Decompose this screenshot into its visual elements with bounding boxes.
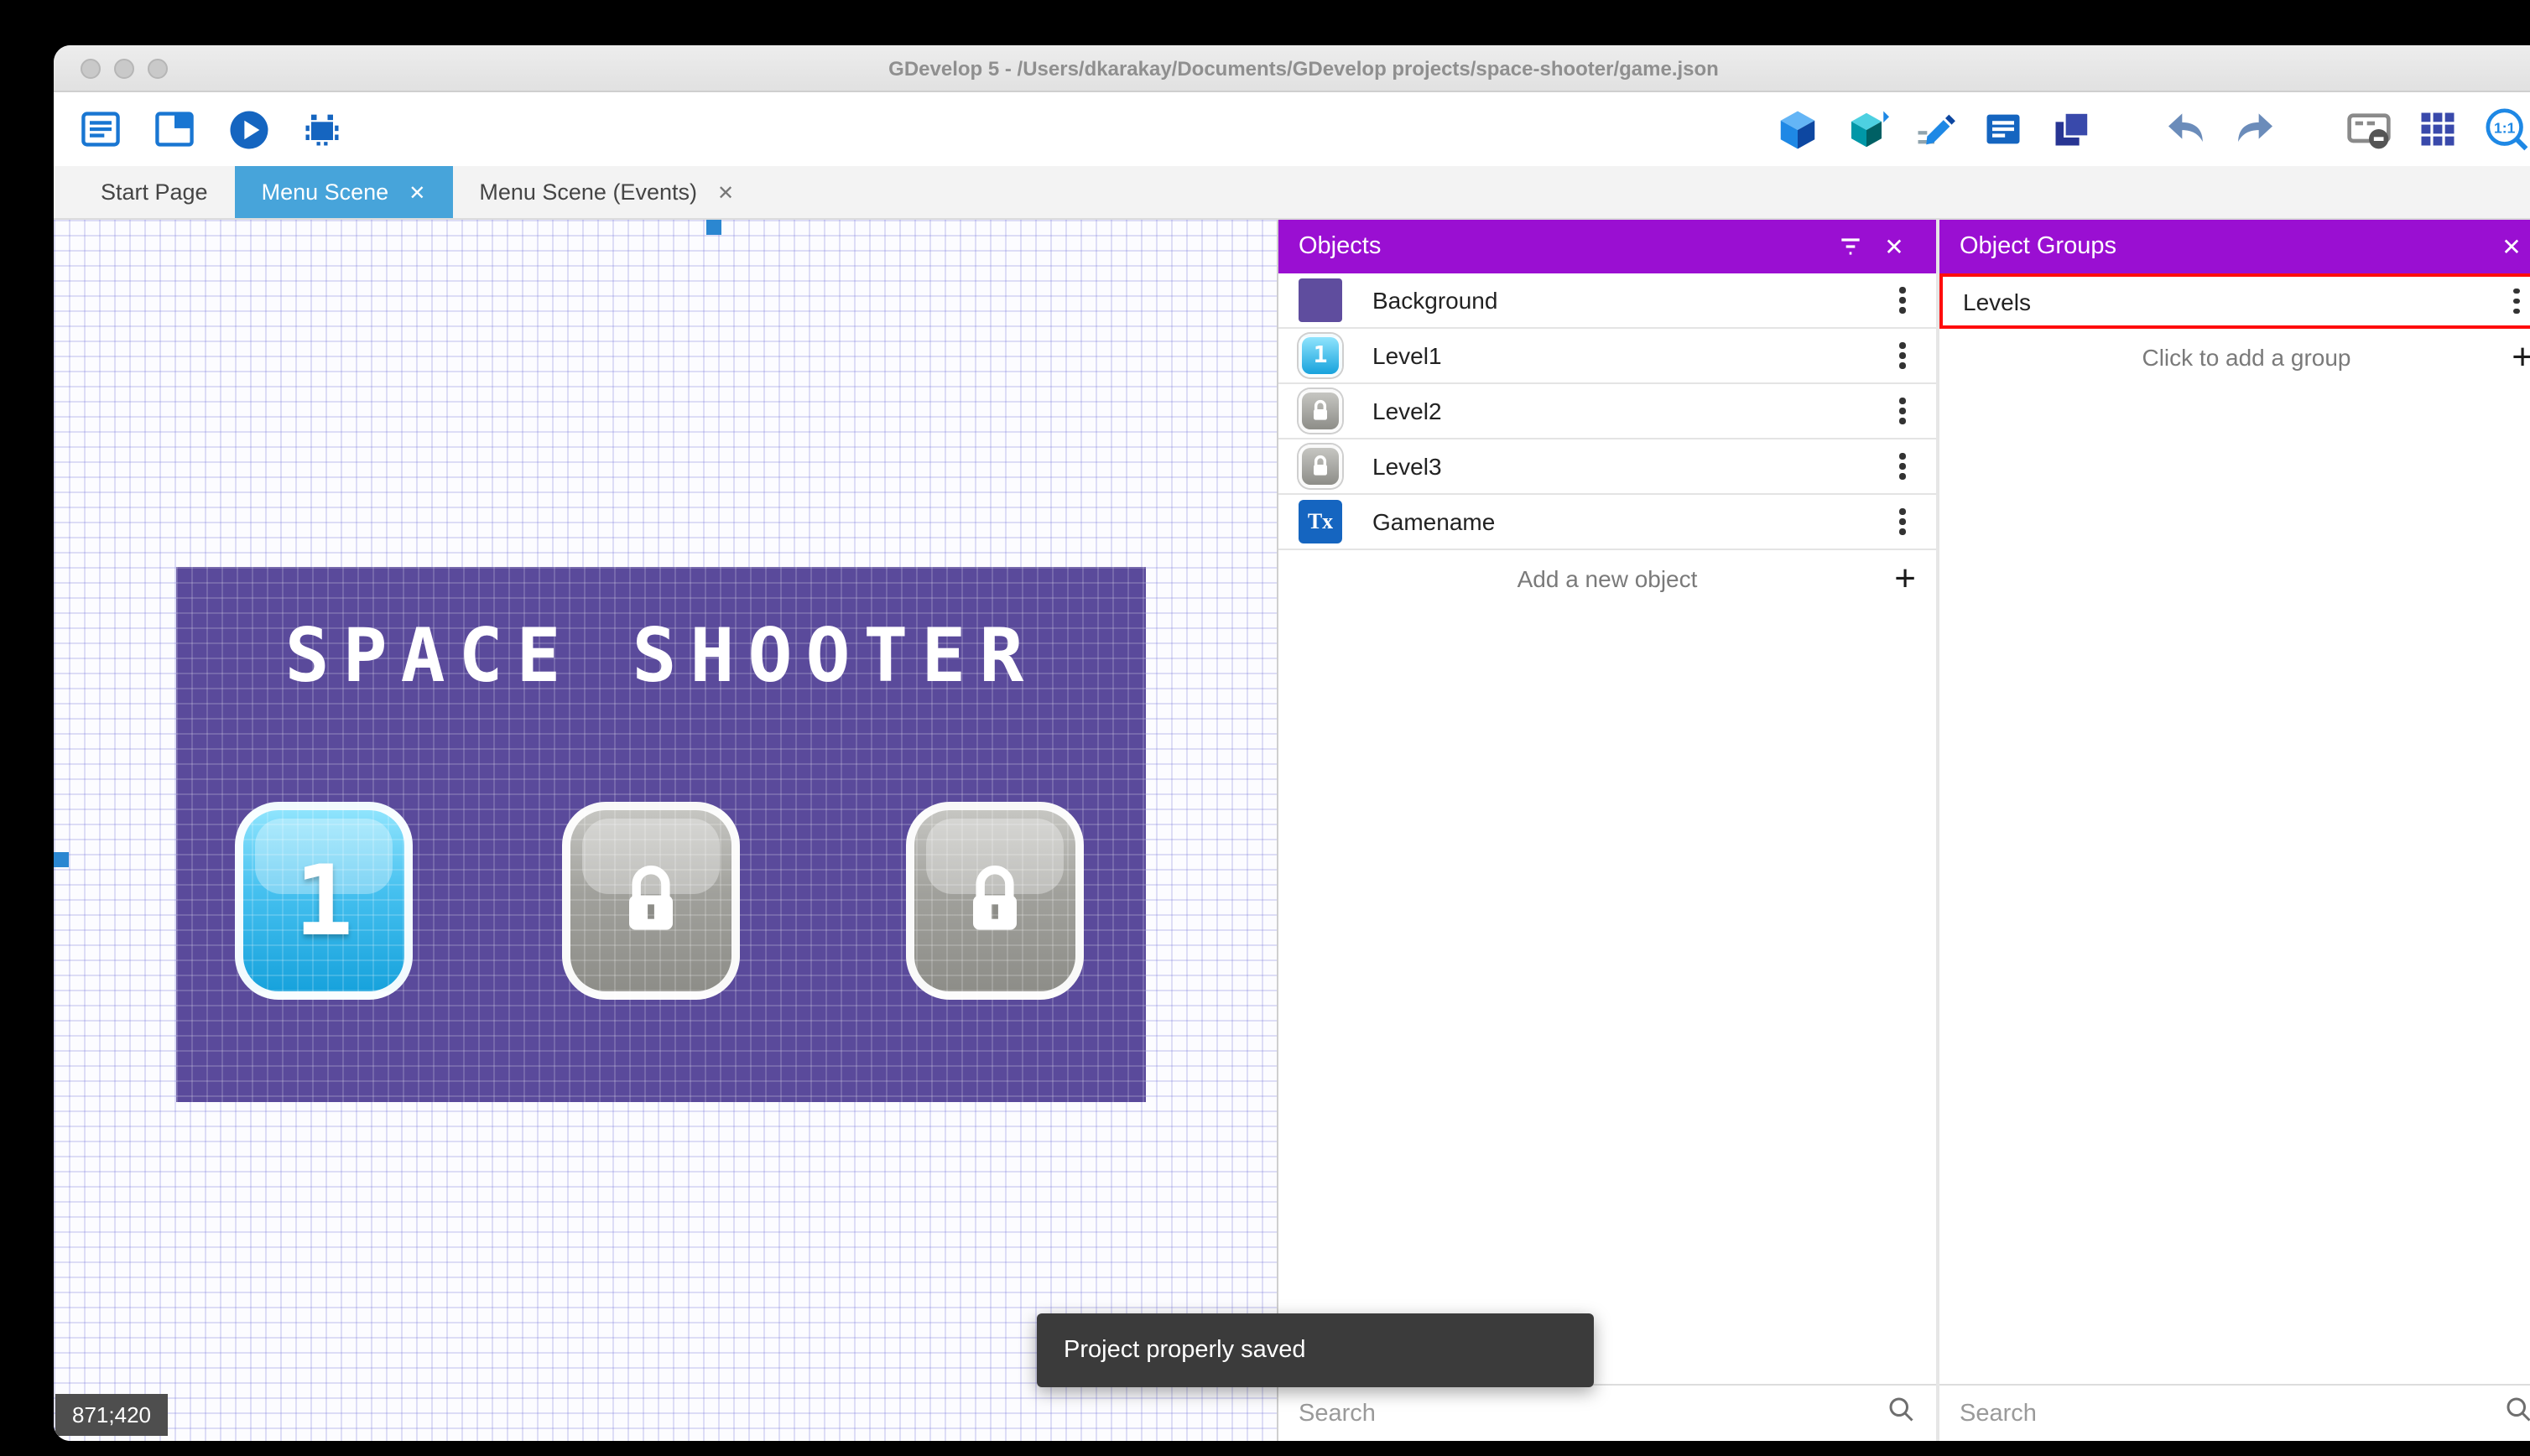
level3-button-object[interactable] <box>906 802 1084 1000</box>
objects-panel: Objects ✕ Background 1 Level1 Level2 Lev… <box>1278 220 1939 1441</box>
kebab-menu-icon[interactable] <box>1886 447 1919 486</box>
save-toast: Project properly saved <box>1037 1313 1594 1387</box>
main-toolbar: 1:1 <box>54 92 2530 166</box>
svg-text:1:1: 1:1 <box>2494 120 2516 137</box>
lock-icon <box>570 810 731 991</box>
scene-background-object[interactable]: SPACE SHOOTER 1 <box>176 567 1146 1102</box>
plus-icon: + <box>1894 556 1916 598</box>
add-new-object-button[interactable]: Add a new object + <box>1278 550 1936 606</box>
level1-thumbnail-icon: 1 <box>1299 334 1342 377</box>
close-panel-icon[interactable]: ✕ <box>2490 232 2530 261</box>
zoom-window-button[interactable] <box>148 59 168 79</box>
close-window-button[interactable] <box>81 59 101 79</box>
close-tab-icon[interactable]: ✕ <box>409 180 425 204</box>
kebab-menu-icon[interactable] <box>1886 392 1919 431</box>
gdevelop-window: GDevelop 5 - /Users/dkarakay/Documents/G… <box>54 45 2530 1441</box>
publish-cube-icon[interactable] <box>1842 106 1889 153</box>
game-title-text-object[interactable]: SPACE SHOOTER <box>176 614 1146 699</box>
capture-options-icon[interactable] <box>2345 106 2392 153</box>
objects-search-input[interactable] <box>1299 1400 1886 1427</box>
play-preview-icon[interactable] <box>225 106 272 153</box>
objects-panel-title: Objects <box>1299 233 1382 260</box>
tab-menu-scene[interactable]: Menu Scene ✕ <box>234 166 453 218</box>
lock-thumbnail-icon <box>1299 389 1342 433</box>
filter-icon[interactable] <box>1829 233 1872 260</box>
plus-icon: + <box>2512 337 2530 375</box>
level2-button-object[interactable] <box>562 802 740 1000</box>
close-tab-icon[interactable]: ✕ <box>717 180 734 204</box>
search-icon <box>1886 1394 1916 1433</box>
kebab-menu-icon[interactable] <box>1886 281 1919 320</box>
lock-thumbnail-icon <box>1299 445 1342 488</box>
project-manager-icon[interactable] <box>77 106 124 153</box>
object-row-gamename[interactable]: Tx Gamename <box>1278 495 1936 550</box>
object-row-level2[interactable]: Level2 <box>1278 384 1936 439</box>
object-groups-panel: Object Groups ✕ Levels Click to add a gr… <box>1939 220 2530 1441</box>
export-cube-icon[interactable] <box>1773 106 1820 153</box>
group-row-levels[interactable]: Levels <box>1939 273 2530 329</box>
color-swatch-icon <box>1299 278 1342 322</box>
tab-start-page[interactable]: Start Page <box>74 166 235 218</box>
groups-search-bar <box>1939 1384 2530 1441</box>
object-row-level3[interactable]: Level3 <box>1278 439 1936 495</box>
kebab-menu-icon[interactable] <box>2500 282 2530 321</box>
zoom-reset-icon[interactable]: 1:1 <box>2483 106 2530 153</box>
kebab-menu-icon[interactable] <box>1886 336 1919 376</box>
layers-icon[interactable] <box>2048 106 2095 153</box>
cursor-coordinates: 871;420 <box>55 1394 168 1436</box>
level1-button-object[interactable]: 1 <box>235 802 413 1000</box>
debug-icon[interactable] <box>299 106 346 153</box>
scene-canvas[interactable]: SPACE SHOOTER 1 871;420 <box>54 220 1278 1441</box>
scene-resize-handle[interactable] <box>706 220 721 235</box>
objects-panel-header: Objects ✕ <box>1278 220 1936 273</box>
scene-resize-handle[interactable] <box>54 852 69 867</box>
desktop: GDevelop 5 - /Users/dkarakay/Documents/G… <box>0 0 2530 1456</box>
preview-window-icon[interactable] <box>151 106 198 153</box>
redo-icon[interactable] <box>2231 106 2278 153</box>
minimize-window-button[interactable] <box>114 59 134 79</box>
object-groups-panel-title: Object Groups <box>1960 233 2116 260</box>
edit-scene-icon[interactable] <box>1911 106 1958 153</box>
object-groups-panel-header: Object Groups ✕ <box>1939 220 2530 273</box>
events-sheet-icon[interactable] <box>1980 106 2027 153</box>
object-row-level1[interactable]: 1 Level1 <box>1278 329 1936 384</box>
kebab-menu-icon[interactable] <box>1886 502 1919 542</box>
object-row-background[interactable]: Background <box>1278 273 1936 329</box>
grid-icon[interactable] <box>2414 106 2461 153</box>
text-object-icon: Tx <box>1299 500 1342 543</box>
search-icon <box>2503 1394 2530 1433</box>
editor-content: SPACE SHOOTER 1 871;420 Objects ✕ Backgr… <box>54 220 2530 1441</box>
objects-search-bar <box>1278 1384 1936 1441</box>
tab-menu-scene-events[interactable]: Menu Scene (Events) ✕ <box>452 166 761 218</box>
lock-icon <box>914 810 1075 991</box>
add-group-button[interactable]: Click to add a group + <box>1939 329 2530 384</box>
close-panel-icon[interactable]: ✕ <box>1872 232 1916 261</box>
titlebar: GDevelop 5 - /Users/dkarakay/Documents/G… <box>54 45 2530 92</box>
groups-search-input[interactable] <box>1960 1400 2503 1427</box>
undo-icon[interactable] <box>2163 106 2210 153</box>
window-title: GDevelop 5 - /Users/dkarakay/Documents/G… <box>888 56 1719 80</box>
traffic-lights <box>81 59 168 79</box>
editor-tabbar: Start Page Menu Scene ✕ Menu Scene (Even… <box>54 166 2530 220</box>
